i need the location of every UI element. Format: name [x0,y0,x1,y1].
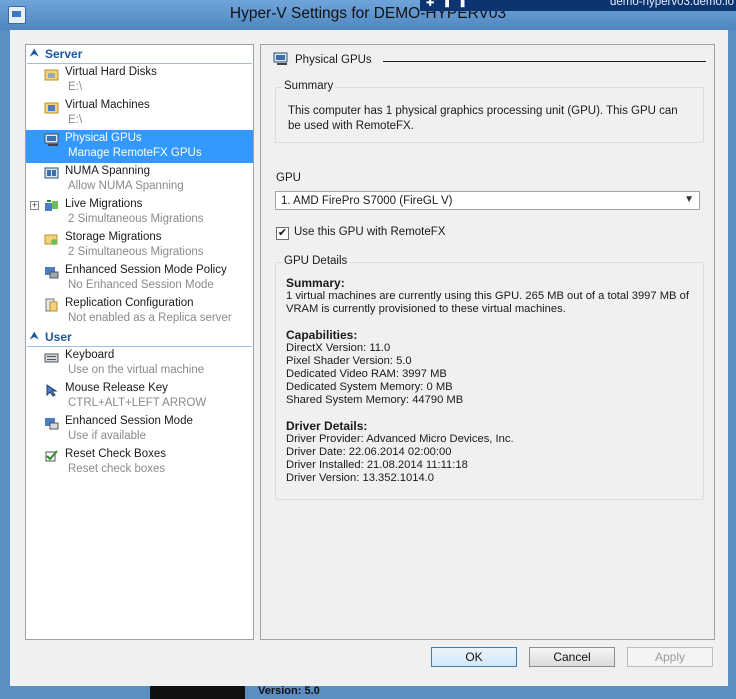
header-divider [383,61,706,62]
sidebar-item-label: Virtual Hard Disks [65,66,157,78]
settings-dialog-body: ⮝ Server Virtual Hard Disks E:\ Virtual Mach… [10,30,728,686]
summary-text: This computer has 1 physical graphics pr… [288,105,678,132]
sidebar-item-virtual-machines[interactable]: Virtual Machines E:\ [26,97,253,130]
sidebar-item-value: Reset check boxes [68,463,166,475]
sidebar-item-value: 2 Simultaneous Migrations [68,213,204,225]
sidebar-item-reset-check-boxes[interactable]: Reset Check Boxes Reset check boxes [26,446,253,479]
sidebar-item-label: Live Migrations [65,198,143,210]
driver-line: Driver Date: 22.06.2014 02:00:00 [286,446,452,458]
driver-line: Driver Installed: 21.08.2014 11:11:18 [286,459,468,471]
sidebar-item-live-migrations[interactable]: + Live Migrations 2 Simultaneous Migration… [26,196,253,229]
remote-host-name: demo-hyperv03.demo.lo [609,0,734,8]
use-gpu-remotefx-checkbox[interactable]: ✔ [276,227,289,240]
driver-details-heading: Driver Details: [286,419,368,433]
driver-line: Driver Version: 13.352.1014.0 [286,472,435,484]
use-gpu-remotefx-label: Use this GPU with RemoteFX [294,226,446,238]
sidebar-item-value: 2 Simultaneous Migrations [68,246,204,258]
summary-group: Summary This computer has 1 physical gra… [275,80,704,143]
sidebar-item-storage-migrations[interactable]: Storage Migrations 2 Simultaneous Migrati… [26,229,253,262]
gpu-icon [44,133,59,146]
capability-line: Shared System Memory: 44790 MB [286,394,464,406]
sidebar-section-label: Server [45,47,83,61]
numa-icon [44,167,59,179]
sidebar-item-value: Manage RemoteFX GPUs [68,147,202,159]
storage-migration-icon [44,234,58,245]
settings-content-panel: Physical GPUs Summary This computer has … [260,44,715,640]
sidebar-item-label: Replication Configuration [65,297,194,309]
sidebar-item-label: Keyboard [65,349,115,361]
reset-checkbox-icon [45,450,58,462]
expand-plus-icon[interactable]: + [30,201,39,210]
sidebar-item-value: E:\ [68,81,83,93]
sidebar-item-value: CTRL+ALT+LEFT ARROW [68,397,207,409]
details-summary-heading: Summary: [286,276,345,290]
background-desktop [0,686,736,699]
gpu-icon [273,52,288,65]
capabilities-heading: Capabilities: [286,328,358,342]
sidebar-item-enhanced-session-mode[interactable]: Enhanced Session Mode Use if available [26,413,253,446]
sidebar-item-label: Storage Migrations [65,231,162,243]
driver-line: Driver Provider: Advanced Micro Devices,… [286,433,514,445]
background-window-fragment [150,686,245,699]
sidebar-item-label: Mouse Release Key [65,382,168,394]
gpu-label: GPU [276,172,301,184]
sidebar-item-mouse-release-key[interactable]: Mouse Release Key CTRL+ALT+LEFT ARROW [26,380,253,413]
remote-session-bar: ✚▮▮ demo-hyperv03.demo.lo [420,0,736,11]
live-migration-icon [45,200,58,211]
sidebar-item-label: Enhanced Session Mode [65,415,193,427]
apply-button[interactable]: Apply [627,647,713,667]
mouse-icon [46,384,58,397]
folder-vm-icon [44,102,59,114]
capability-line: Dedicated System Memory: 0 MB [286,381,453,393]
connection-bar-icons: ✚▮▮ [426,0,476,9]
settings-navigation: ⮝ Server Virtual Hard Disks E:\ Virtual Mach… [25,44,254,640]
gpu-dropdown-value: 1. AMD FirePro S7000 (FireGL V) [281,195,453,207]
folder-disk-icon [44,69,59,81]
chevron-down-icon: ▼ [684,194,694,205]
session-icon [45,418,59,430]
cancel-button[interactable]: Cancel [529,647,615,667]
sidebar-item-replication-configuration[interactable]: Replication Configuration Not enabled as … [26,295,253,328]
summary-group-title: Summary [282,80,336,92]
sidebar-item-label: Physical GPUs [65,132,142,144]
title-bar: Hyper-V Settings for DEMO-HYPERV03 ✚▮▮ d… [0,0,736,30]
sidebar-item-virtual-hard-disks[interactable]: Virtual Hard Disks E:\ [26,64,253,97]
sidebar-item-enhanced-session-mode-policy[interactable]: Enhanced Session Mode Policy No Enhanced … [26,262,253,295]
sidebar-item-value: Not enabled as a Replica server [68,312,232,324]
sidebar-item-label: Enhanced Session Mode Policy [65,264,227,276]
details-summary-text: 1 virtual machines are currently using t… [286,290,689,315]
keyboard-icon [44,353,59,363]
sidebar-item-label: Reset Check Boxes [65,448,166,460]
capability-line: Dedicated Video RAM: 3997 MB [286,368,447,380]
collapse-chevron-icon[interactable]: ⮝ [30,331,39,342]
sidebar-item-value: No Enhanced Session Mode [68,279,214,291]
background-window-text: Version: 5.0 [258,685,320,697]
session-policy-icon [45,267,59,279]
gpu-dropdown[interactable]: 1. AMD FirePro S7000 (FireGL V) ▼ [275,191,700,210]
panel-header: Physical GPUs [273,52,706,70]
gpu-details-content: Summary: 1 virtual machines are currentl… [286,277,696,485]
sidebar-section-user[interactable]: ⮝ User [27,330,252,347]
ok-button[interactable]: OK [431,647,517,667]
sidebar-item-label: NUMA Spanning [65,165,151,177]
gpu-details-title: GPU Details [282,255,350,267]
collapse-chevron-icon[interactable]: ⮝ [30,48,39,59]
capability-line: Pixel Shader Version: 5.0 [286,355,412,367]
sidebar-item-value: Use if available [68,430,146,442]
sidebar-section-server[interactable]: ⮝ Server [27,47,252,64]
replication-icon [45,298,58,312]
sidebar-section-label: User [45,330,72,344]
sidebar-item-numa-spanning[interactable]: NUMA Spanning Allow NUMA Spanning [26,163,253,196]
sidebar-item-value: Use on the virtual machine [68,364,205,376]
sidebar-item-keyboard[interactable]: Keyboard Use on the virtual machine [26,347,253,380]
sidebar-item-value: Allow NUMA Spanning [68,180,184,192]
sidebar-item-label: Virtual Machines [65,99,150,111]
gpu-details-group: GPU Details Summary: 1 virtual machines … [275,255,704,500]
sidebar-item-physical-gpus[interactable]: Physical GPUs Manage RemoteFX GPUs [26,130,253,163]
panel-title: Physical GPUs [295,54,372,66]
sidebar-item-value: E:\ [68,114,83,126]
capability-line: DirectX Version: 11.0 [286,342,391,354]
